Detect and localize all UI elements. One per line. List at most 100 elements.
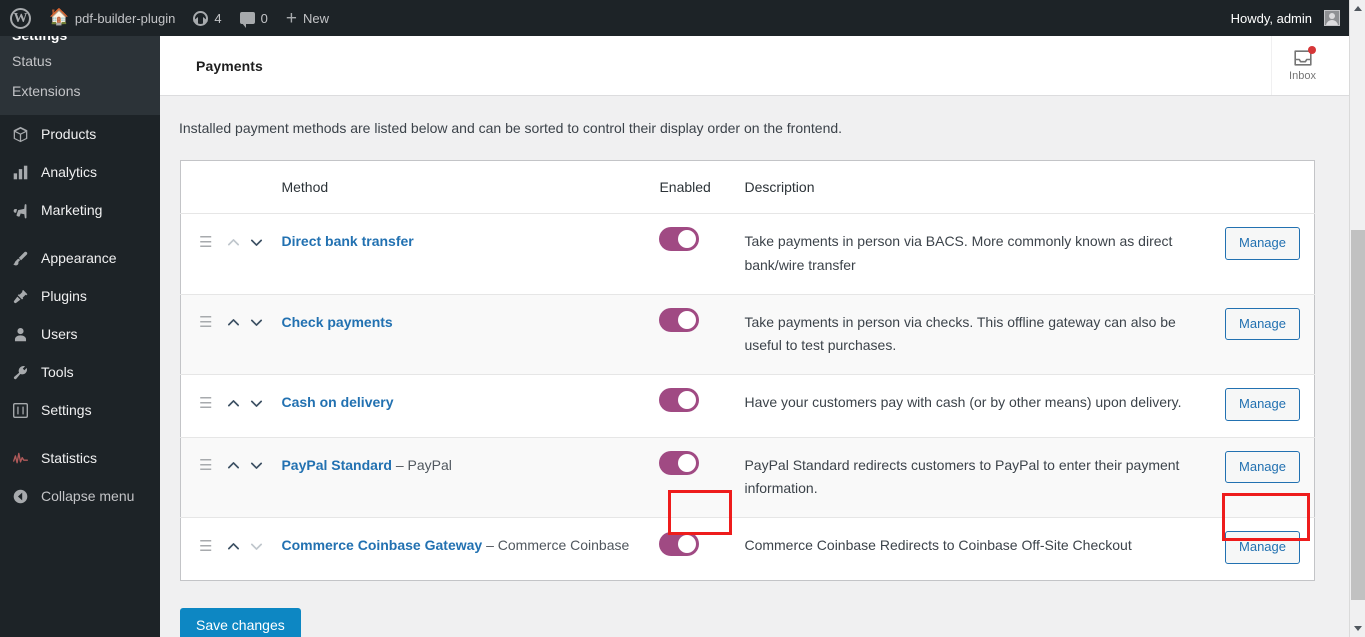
analytics-bars-icon (10, 162, 30, 182)
table-header: Method Enabled Description (180, 160, 1315, 214)
method-link[interactable]: PayPal Standard (281, 457, 392, 473)
woocommerce-submenu: Settings Status Extensions (0, 28, 160, 115)
sidebar-item-tools[interactable]: Tools (0, 353, 160, 391)
enabled-toggle[interactable] (659, 531, 700, 556)
column-header-enabled: Enabled (659, 160, 745, 214)
column-header-method: Method (281, 160, 660, 214)
toggle-knob (678, 310, 697, 329)
statistics-pulse-icon (10, 448, 30, 468)
inbox-label: Inbox (1289, 70, 1316, 82)
enabled-toggle[interactable] (659, 450, 700, 475)
sidebar-item-analytics[interactable]: Analytics (0, 153, 160, 191)
move-down-icon[interactable] (248, 457, 265, 474)
admin-bar-top-strip (0, 0, 1349, 8)
woocommerce-page-header: Payments Inbox (160, 36, 1349, 96)
cell-enabled (659, 213, 745, 295)
table-body: ☰ Direct bank transfer Take payments in pe… (180, 213, 1315, 581)
move-down-icon[interactable] (248, 314, 265, 331)
manage-button[interactable]: Manage (1225, 388, 1300, 421)
method-description: Have your customers pay with cash (or by… (744, 394, 1182, 411)
cell-method: PayPal Standard – PayPal (281, 437, 660, 519)
admin-sidebar-menu[interactable]: Settings Status Extensions Products Anal… (0, 28, 160, 637)
method-link[interactable]: Cash on delivery (281, 394, 393, 410)
drag-handle-icon[interactable]: ☰ (199, 458, 212, 473)
table-row: ☰ Direct bank transfer Take payments in pe… (180, 213, 1315, 295)
enabled-toggle[interactable] (659, 307, 700, 332)
method-link[interactable]: Direct bank transfer (281, 233, 413, 249)
sidebar-item-settings[interactable]: Settings (0, 391, 160, 429)
drag-handle-icon[interactable]: ☰ (199, 539, 212, 554)
sidebar-item-collapse-menu[interactable]: Collapse menu (0, 477, 160, 515)
save-changes-button[interactable]: Save changes (180, 607, 301, 637)
sidebar-item-label: Marketing (41, 202, 103, 218)
sidebar-item-extensions[interactable]: Extensions (0, 76, 160, 106)
inbox-notification-dot (1307, 46, 1316, 54)
table-row: ☰ PayPal Standard – PayPal PayPal Standard… (180, 437, 1315, 519)
vertical-scrollbar[interactable] (1349, 0, 1365, 637)
manage-button[interactable]: Manage (1225, 227, 1300, 260)
cell-enabled (659, 294, 745, 376)
method-description: Commerce Coinbase Redirects to Coinbase … (744, 537, 1132, 554)
cell-sort: ☰ (180, 294, 282, 376)
cell-method: Direct bank transfer (281, 213, 660, 295)
cell-enabled (659, 437, 745, 519)
manage-button[interactable]: Manage (1225, 307, 1300, 341)
site-name-label: pdf-builder-plugin (74, 10, 176, 26)
sidebar-item-label: Statistics (41, 450, 98, 466)
cell-action: Manage (1204, 437, 1315, 519)
move-up-icon[interactable] (225, 538, 242, 555)
sidebar-item-appearance[interactable]: Appearance (0, 239, 160, 277)
manage-button[interactable]: Manage (1225, 450, 1300, 484)
cell-description: Take payments in person via checks. This… (744, 294, 1205, 376)
move-up-icon[interactable] (225, 395, 242, 412)
sidebar-item-status[interactable]: Status (0, 46, 160, 76)
move-up-icon[interactable] (225, 457, 242, 474)
sidebar-separator-2 (0, 429, 160, 439)
wordpress-logo-icon (10, 7, 31, 29)
browser-viewport: 🏠 pdf-builder-plugin 4 0 + New Howdy, ad… (0, 0, 1365, 637)
method-subtitle: – PayPal (395, 456, 452, 473)
method-link[interactable]: Commerce Coinbase Gateway (281, 537, 482, 553)
sidebar-item-label: Collapse menu (41, 488, 135, 504)
scroll-up-arrow-icon[interactable] (1350, 0, 1365, 17)
drag-handle-icon[interactable]: ☰ (199, 315, 212, 330)
payments-intro-text: Installed payment methods are listed bel… (179, 120, 843, 136)
move-down-icon (248, 538, 265, 555)
home-icon: 🏠 (49, 9, 69, 26)
enabled-toggle[interactable] (659, 388, 700, 413)
method-link[interactable]: Check payments (281, 314, 392, 330)
sidebar-item-plugins[interactable]: Plugins (0, 277, 160, 315)
sidebar-item-users[interactable]: Users (0, 315, 160, 353)
toggle-knob (678, 453, 697, 472)
cell-description: Have your customers pay with cash (or by… (744, 374, 1205, 438)
inbox-button[interactable]: Inbox (1271, 36, 1333, 95)
sidebar-item-statistics[interactable]: Statistics (0, 439, 160, 477)
scroll-down-arrow-icon[interactable] (1350, 620, 1365, 637)
scrollbar-thumb[interactable] (1351, 230, 1365, 600)
manage-button[interactable]: Manage (1225, 531, 1300, 564)
move-up-icon[interactable] (225, 314, 242, 331)
page-title: Payments (196, 57, 263, 74)
sidebar-item-label: Users (41, 326, 78, 342)
sidebar-item-products[interactable]: Products (0, 115, 160, 153)
column-header-sort (180, 160, 282, 214)
move-down-icon[interactable] (248, 395, 265, 412)
cell-action: Manage (1204, 294, 1315, 376)
tools-wrench-icon (10, 362, 30, 382)
drag-handle-icon[interactable]: ☰ (199, 235, 212, 250)
sidebar-item-label: Products (41, 126, 97, 142)
move-down-icon[interactable] (248, 234, 265, 251)
cell-sort: ☰ (180, 374, 282, 438)
payments-settings-content: Installed payment methods are listed bel… (160, 97, 1349, 637)
enabled-toggle[interactable] (659, 227, 700, 252)
table-row: ☰ Commerce Coinbase Gateway – Commerce Co… (180, 517, 1315, 581)
collapse-arrow-icon (10, 486, 30, 506)
cell-enabled (659, 374, 745, 438)
users-person-icon (10, 324, 30, 344)
method-subtitle: – Commerce Coinbase (486, 537, 630, 554)
drag-handle-icon[interactable]: ☰ (199, 396, 212, 411)
move-up-icon (225, 234, 242, 251)
products-box-icon (10, 124, 30, 144)
sidebar-item-marketing[interactable]: Marketing (0, 191, 160, 229)
payment-methods-table: Method Enabled Description ☰ Direct bank … (180, 160, 1315, 581)
